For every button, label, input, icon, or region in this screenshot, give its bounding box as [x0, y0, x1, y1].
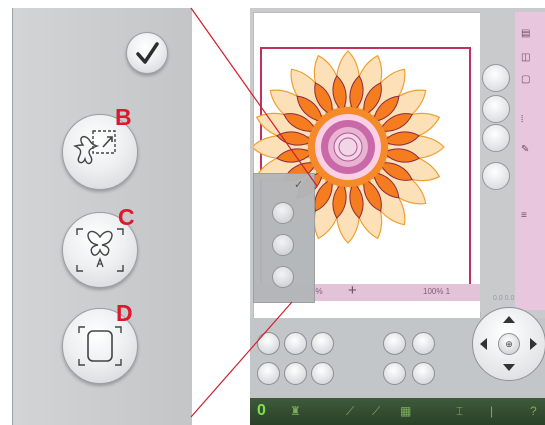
thread-counter: 0 — [257, 402, 266, 419]
arrow-up-icon[interactable] — [503, 316, 515, 323]
scroll-down-button[interactable] — [482, 124, 510, 152]
tool-column — [480, 12, 513, 312]
arrow-left-icon[interactable] — [480, 338, 487, 350]
popup-resize-button[interactable] — [272, 202, 294, 224]
checkmark-icon — [136, 42, 159, 64]
center-button[interactable]: ⊕ — [498, 333, 520, 355]
help-icon[interactable]: ? — [530, 404, 537, 418]
needle-icon[interactable]: ⟋ — [346, 404, 354, 419]
popup-menu: ✓ — [253, 173, 315, 303]
confirm-button[interactable] — [126, 32, 168, 74]
add-design-button[interactable]: + — [348, 282, 357, 299]
scroll-up-button[interactable] — [482, 95, 510, 123]
popup-checkmark-icon[interactable]: ✓ — [294, 178, 303, 191]
zoom-panel: B C D — [12, 8, 192, 425]
needle-icon-2[interactable]: ⟋ — [372, 404, 380, 419]
screen: 0% + 100% 1 ✓ ▤ ◫ ▢ ⦙ ✎ ≡ 0.0 0.0 ⊕ 0 ♜ … — [250, 8, 545, 425]
sewing-icon[interactable]: ▤ — [521, 28, 535, 42]
scale-button[interactable] — [412, 362, 435, 385]
separator-icon: | — [490, 404, 494, 418]
thread-icon[interactable]: ♜ — [290, 404, 301, 418]
side-toolbar: ▤ ◫ ▢ ⦙ ✎ ≡ — [515, 12, 545, 310]
position-readout: 0.0 0.0 — [493, 295, 515, 302]
zoom-button[interactable] — [383, 332, 406, 355]
taskbar: 0 ♜ ⟋ ⟋ ▦ ⌶ | ? — [250, 398, 545, 425]
menu-icon[interactable]: ≡ — [521, 210, 535, 224]
rotate-button[interactable] — [383, 362, 406, 385]
popup-fit-button[interactable] — [272, 234, 294, 256]
embroidery-icon[interactable]: ▦ — [400, 404, 411, 418]
mirror-end-button[interactable] — [284, 362, 307, 385]
group-button[interactable] — [311, 332, 334, 355]
move-to-edge-button[interactable] — [482, 64, 510, 92]
callout-c: C — [118, 204, 135, 230]
mirror-side-button[interactable] — [257, 362, 280, 385]
delete-button[interactable] — [257, 332, 280, 355]
pan-button[interactable] — [412, 332, 435, 355]
callout-d: D — [116, 300, 133, 326]
undo-button[interactable] — [311, 362, 334, 385]
info-icon[interactable]: ⦙ — [521, 114, 535, 128]
layer-button[interactable] — [482, 162, 510, 190]
hoop-icon[interactable]: ▢ — [521, 74, 535, 88]
arrow-right-icon[interactable] — [530, 338, 537, 350]
tools-icon[interactable]: ⌶ — [456, 404, 463, 419]
edit-icon[interactable]: ✎ — [521, 144, 535, 158]
duplicate-button[interactable] — [284, 332, 307, 355]
callout-b: B — [115, 104, 132, 130]
frame-icon[interactable]: ◫ — [521, 52, 535, 66]
design-info: 100% 1 — [423, 287, 451, 296]
popup-hoop-button[interactable] — [272, 266, 294, 288]
arrow-down-icon[interactable] — [503, 364, 515, 371]
position-dpad[interactable]: ⊕ — [472, 307, 545, 381]
